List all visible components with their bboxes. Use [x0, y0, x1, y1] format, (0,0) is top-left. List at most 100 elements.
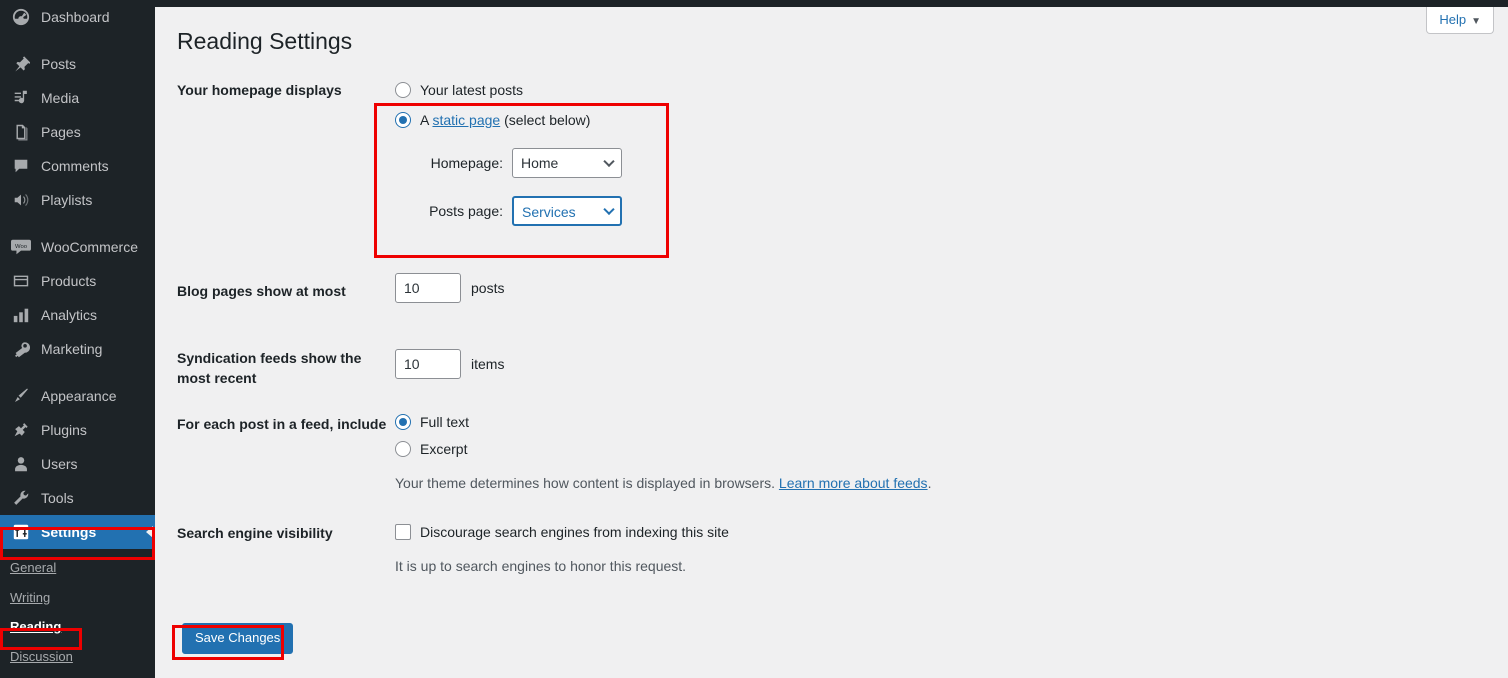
sidebar-item-dashboard[interactable]: Dashboard: [0, 0, 155, 34]
radio-full-text[interactable]: [395, 414, 411, 430]
sidebar-item-label: Appearance: [41, 388, 117, 404]
feed-hint-text: Your theme determines how content is dis…: [395, 475, 779, 491]
search-visibility-options: Discourage search engines from indexing …: [395, 521, 1417, 577]
sidebar-item-comments[interactable]: Comments: [0, 149, 155, 183]
wordpress-admin-screen: Dashboard Posts Media Pages Comments Playlist…: [0, 0, 1508, 678]
sidebar-item-label: Products: [41, 273, 97, 289]
feed-hint: Your theme determines how content is dis…: [395, 473, 1417, 494]
analytics-icon: [10, 305, 32, 325]
blog-pages-field: posts: [395, 273, 1417, 303]
label-search-visibility: Search engine visibility: [177, 525, 333, 541]
label-blog-pages: Blog pages show at most: [177, 283, 346, 299]
pin-icon: [10, 54, 32, 74]
sidebar-item-label: Marketing: [41, 341, 103, 357]
sidebar-item-plugins[interactable]: Plugins: [0, 413, 155, 447]
discourage-search-checkbox[interactable]: [395, 524, 411, 540]
admin-bar: [0, 0, 1508, 7]
sidebar-item-woocommerce[interactable]: Woo WooCommerce: [0, 230, 155, 264]
help-tab-label: Help: [1439, 12, 1467, 27]
sidebar-menu: Dashboard Posts Media Pages Comments Playlist…: [0, 0, 155, 549]
sidebar-item-label: Analytics: [41, 307, 98, 323]
sidebar-item-appearance[interactable]: Appearance: [0, 379, 155, 413]
search-visibility-hint: It is up to search engines to honor this…: [395, 558, 687, 574]
sidebar-item-label: Media: [41, 90, 80, 106]
pages-icon: [10, 122, 32, 142]
sidebar-item-label: Tools: [41, 490, 74, 506]
submenu-item-reading[interactable]: Reading: [0, 612, 155, 642]
label-homepage-displays: Your homepage displays: [177, 82, 342, 98]
products-icon: [10, 271, 32, 291]
row-feed-include: For each post in a feed, include Full te…: [177, 411, 1417, 521]
label-discourage-search: Discourage search engines from indexing …: [420, 524, 729, 540]
sidebar-item-label: Users: [41, 456, 78, 472]
sidebar-item-posts[interactable]: Posts: [0, 47, 155, 81]
feed-include-options: Full text Excerpt Your theme determines …: [395, 411, 1417, 494]
option-excerpt[interactable]: Excerpt: [395, 438, 1417, 460]
plugin-icon: [10, 420, 32, 440]
syndication-input[interactable]: [395, 349, 461, 379]
submenu-item-discussion[interactable]: Discussion: [0, 642, 155, 672]
sidebar-item-users[interactable]: Users: [0, 447, 155, 481]
blog-pages-suffix: posts: [471, 280, 505, 296]
sidebar-item-label: Settings: [41, 524, 97, 540]
option-latest-posts[interactable]: Your latest posts: [395, 79, 1417, 101]
sidebar-item-label: Playlists: [41, 192, 93, 208]
menu-separator: [0, 366, 155, 379]
label-latest-posts: Your latest posts: [420, 82, 523, 98]
paintbrush-icon: [10, 386, 32, 406]
media-icon: [10, 88, 32, 108]
wrench-icon: [10, 488, 32, 508]
radio-latest-posts[interactable]: [395, 82, 411, 98]
label-full-text: Full text: [420, 414, 470, 430]
sidebar-item-products[interactable]: Products: [0, 264, 155, 298]
option-full-text[interactable]: Full text: [395, 411, 1417, 433]
speaker-icon: [10, 190, 32, 210]
posts-page-select-wrap: Services: [512, 196, 622, 226]
content-area: Help ▼ Reading Settings Your homepage dis…: [155, 7, 1508, 678]
sidebar-item-playlists[interactable]: Playlists: [0, 183, 155, 217]
help-tab[interactable]: Help ▼: [1426, 7, 1494, 34]
learn-more-feeds-link[interactable]: Learn more about feeds: [779, 475, 928, 491]
option-discourage-search[interactable]: Discourage search engines from indexing …: [395, 521, 1417, 543]
label-syndication: Syndication feeds show the most recent: [177, 350, 362, 386]
sidebar-item-analytics[interactable]: Analytics: [0, 298, 155, 332]
submenu-item-general[interactable]: General: [0, 553, 155, 583]
sidebar-item-pages[interactable]: Pages: [0, 115, 155, 149]
sidebar-item-settings[interactable]: Settings: [0, 515, 155, 549]
chevron-down-icon: ▼: [1471, 16, 1481, 27]
row-search-visibility: Search engine visibility Discourage sear…: [177, 521, 1417, 601]
radio-static-page[interactable]: [395, 112, 411, 128]
label-static-prefix: A: [420, 112, 433, 128]
sidebar-item-label: Posts: [41, 56, 77, 72]
admin-sidebar: Dashboard Posts Media Pages Comments Playlist…: [0, 0, 155, 678]
page-title: Reading Settings: [177, 28, 353, 54]
label-posts-page-select: Posts page:: [429, 203, 503, 219]
menu-arrow-icon: [146, 526, 153, 538]
label-excerpt: Excerpt: [420, 441, 468, 457]
posts-page-select[interactable]: Services: [512, 196, 622, 226]
svg-text:Woo: Woo: [15, 244, 28, 250]
settings-submenu: General Writing Reading Discussion: [0, 549, 155, 671]
homepage-displays-options: Your latest posts A static page (select …: [395, 79, 1417, 226]
sidebar-item-marketing[interactable]: Marketing: [0, 332, 155, 366]
option-static-page[interactable]: A static page (select below): [395, 109, 1417, 131]
sidebar-item-tools[interactable]: Tools: [0, 481, 155, 515]
save-changes-button[interactable]: Save Changes: [182, 623, 294, 654]
blog-pages-input[interactable]: [395, 273, 461, 303]
label-feed-include: For each post in a feed, include: [177, 416, 387, 432]
sidebar-item-label: Dashboard: [41, 9, 110, 25]
comments-icon: [10, 156, 32, 176]
settings-sliders-icon: [10, 522, 32, 542]
homepage-select[interactable]: Home: [512, 148, 622, 178]
row-syndication: Syndication feeds show the most recent i…: [177, 342, 1417, 411]
radio-excerpt[interactable]: [395, 441, 411, 457]
label-homepage-select: Homepage:: [430, 155, 503, 171]
user-icon: [10, 454, 32, 474]
posts-page-select-row: Posts page: Services: [395, 196, 1417, 226]
submenu-item-writing[interactable]: Writing: [0, 583, 155, 613]
row-blog-pages: Blog pages show at most posts: [177, 273, 1417, 342]
static-page-link[interactable]: static page: [432, 112, 500, 128]
sidebar-item-media[interactable]: Media: [0, 81, 155, 115]
syndication-field: items: [395, 342, 1417, 379]
sidebar-item-label: Plugins: [41, 422, 87, 438]
